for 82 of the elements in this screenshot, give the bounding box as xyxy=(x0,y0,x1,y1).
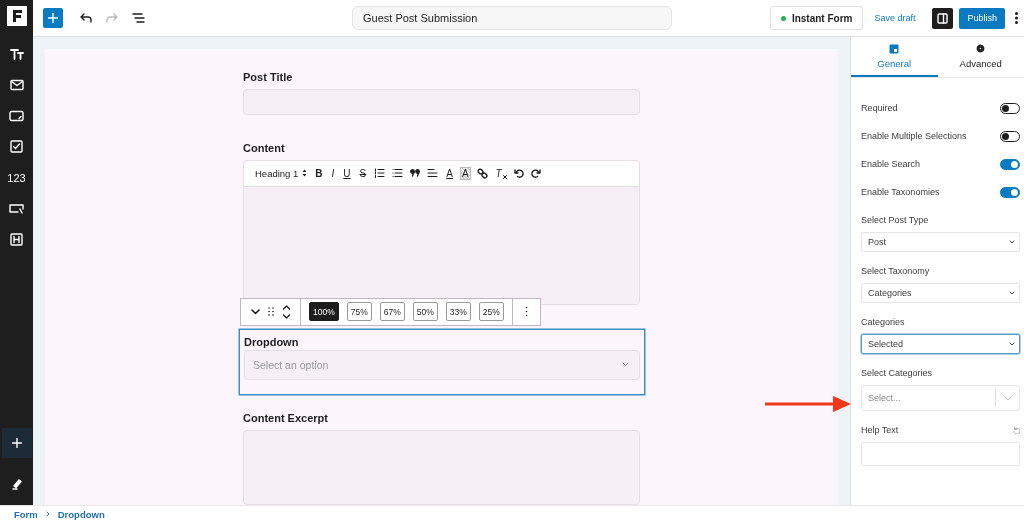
chevron-down-icon xyxy=(1009,291,1015,295)
field-label: Post Title xyxy=(243,71,293,83)
x-mark-icon xyxy=(502,174,507,179)
bold-button[interactable]: B xyxy=(314,167,324,179)
width-button[interactable]: 75% xyxy=(346,302,372,322)
undo-icon xyxy=(80,13,92,23)
button-icon[interactable] xyxy=(9,203,24,214)
plus-icon xyxy=(48,13,58,23)
clear-format-button[interactable]: T xyxy=(494,167,507,179)
bullet-list-icon[interactable] xyxy=(392,168,404,179)
text-input[interactable] xyxy=(243,89,640,115)
rich-text-editor[interactable]: Heading 1 B I U S A A T xyxy=(243,159,640,305)
dropdown-field[interactable]: Selected xyxy=(861,334,1020,354)
save-draft-link[interactable]: Save draft xyxy=(874,13,916,23)
align-left-icon[interactable] xyxy=(427,168,439,179)
chevron-down-icon xyxy=(1003,395,1012,401)
underline-button[interactable]: U xyxy=(342,167,352,179)
dropdown-field[interactable]: Categories xyxy=(861,283,1020,303)
chevron-down-icon[interactable] xyxy=(251,308,260,315)
width-button[interactable]: 100% xyxy=(309,302,339,322)
width-button[interactable]: 67% xyxy=(379,302,405,322)
setting-label: Enable Taxonomies xyxy=(861,187,940,197)
width-button[interactable]: 33% xyxy=(445,302,471,322)
dropdown-field[interactable]: Post xyxy=(861,232,1020,252)
block-icon xyxy=(889,43,900,54)
undo-icon[interactable] xyxy=(513,168,524,179)
setting-label: Categories xyxy=(861,317,905,327)
move-up-down-icon[interactable] xyxy=(282,303,291,320)
field-label: Content xyxy=(243,141,285,154)
setting-label: Enable Multiple Selections xyxy=(861,131,967,141)
more-icon[interactable] xyxy=(1015,12,1018,24)
instant-form-button[interactable]: Instant Form xyxy=(769,6,864,30)
text-input[interactable] xyxy=(861,442,1020,466)
input-field-icon[interactable] xyxy=(9,109,24,122)
setting-label: Select Post Type xyxy=(861,215,929,225)
checkbox-icon[interactable] xyxy=(10,140,23,153)
chevron-down-icon xyxy=(622,362,629,368)
panel-icon xyxy=(937,12,949,24)
list-view-icon[interactable] xyxy=(131,13,145,23)
width-button[interactable]: 50% xyxy=(412,302,438,322)
link-icon[interactable] xyxy=(476,167,488,179)
toggle-switch[interactable] xyxy=(1000,102,1020,114)
plus-icon xyxy=(11,438,22,448)
setting-label: Select Taxonomy xyxy=(861,266,930,276)
ordered-list-icon[interactable] xyxy=(374,168,386,179)
chevron-down-icon xyxy=(1009,240,1015,244)
setting-label: Select Categories xyxy=(861,368,933,378)
title-field[interactable]: Guest Post Submission xyxy=(352,6,672,30)
setting-label: Required xyxy=(861,103,898,113)
more-icon[interactable] xyxy=(524,306,528,318)
chevron-right-icon xyxy=(45,511,50,517)
width-button[interactable]: 25% xyxy=(478,302,504,322)
breadcrumb-link[interactable]: Dropdown xyxy=(57,508,105,520)
sidebar-toggle-button[interactable] xyxy=(932,7,954,29)
setting-label: Enable Search xyxy=(861,159,921,169)
publish-button[interactable]: Publish xyxy=(959,7,1005,29)
text-size-icon[interactable] xyxy=(9,47,24,60)
italic-button[interactable]: I xyxy=(330,167,336,179)
format-select[interactable]: Heading 1 xyxy=(255,167,308,179)
breadcrumb-link[interactable]: Form xyxy=(14,508,38,520)
toggle-switch[interactable] xyxy=(1000,158,1020,170)
strikethrough-button[interactable]: S xyxy=(358,167,368,179)
redo-icon[interactable] xyxy=(530,168,541,179)
chevron-down-icon xyxy=(1009,342,1015,346)
toggle-switch[interactable] xyxy=(1000,130,1020,142)
heading-icon[interactable] xyxy=(10,233,23,246)
pen-icon[interactable] xyxy=(10,477,23,490)
toggle-switch[interactable] xyxy=(1000,186,1020,198)
drag-handle-icon[interactable] xyxy=(268,307,274,317)
search-select-field[interactable]: Select... xyxy=(861,385,1020,411)
setting-label: Help Text xyxy=(861,425,899,435)
text-color-button[interactable]: A xyxy=(445,167,454,179)
number-tool[interactable]: 123 xyxy=(7,171,26,184)
highlight-button[interactable]: A xyxy=(460,167,470,179)
add-button[interactable] xyxy=(1,428,32,458)
redo-icon xyxy=(106,13,118,23)
up-down-icon xyxy=(302,169,308,178)
field-label: Content Excerpt xyxy=(243,411,328,424)
quote-icon[interactable] xyxy=(410,169,421,178)
field-label: Dropdown xyxy=(244,335,299,348)
mail-icon[interactable] xyxy=(9,78,24,91)
add-block-button[interactable] xyxy=(43,8,63,28)
